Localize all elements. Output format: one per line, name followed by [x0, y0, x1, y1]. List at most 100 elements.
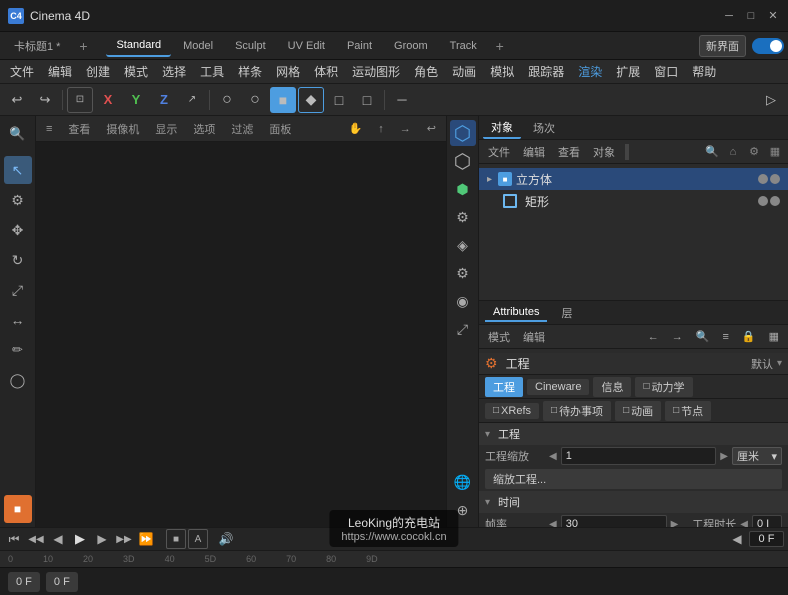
close-button[interactable]: ✕ — [766, 9, 780, 23]
attr-more-icon[interactable]: ▦ — [764, 329, 784, 344]
scale-arrow-right[interactable]: ▶ — [720, 451, 728, 462]
attr-dropdown-chevron[interactable]: ▾ — [777, 358, 782, 369]
obj-object-menu[interactable]: 对象 — [588, 143, 620, 161]
tl-next-keyframe[interactable]: ▶▶ — [114, 529, 134, 549]
attr-mode-menu[interactable]: 模式 — [483, 328, 515, 346]
attr-back-button[interactable]: ← — [643, 330, 664, 344]
snap-button[interactable]: ⊡ — [67, 87, 93, 113]
tab-model[interactable]: Model — [173, 35, 223, 57]
viewport-view-menu[interactable]: 查看 — [64, 120, 94, 138]
obj-rect-vis-2[interactable] — [770, 196, 780, 206]
add-tab-button[interactable]: + — [72, 35, 94, 57]
menu-simulate[interactable]: 模拟 — [484, 61, 520, 82]
ui-toggle-switch[interactable] — [752, 38, 784, 54]
obj-tab-scenes[interactable]: 场次 — [525, 118, 563, 138]
axis-y-button[interactable]: Y — [123, 87, 149, 113]
line-button[interactable]: ─ — [389, 87, 415, 113]
menu-create[interactable]: 创建 — [80, 61, 116, 82]
uv-mode-button[interactable]: ◆ — [298, 87, 324, 113]
menu-help[interactable]: 帮助 — [686, 61, 722, 82]
edit-tool-button[interactable]: ✏ — [4, 336, 32, 364]
menu-select[interactable]: 选择 — [156, 61, 192, 82]
select-tool-button[interactable]: ↖ — [4, 156, 32, 184]
tl-play[interactable]: ▶ — [70, 529, 90, 549]
tl-go-start[interactable]: ⏮ — [4, 529, 24, 549]
object-mode-button[interactable]: □ — [326, 87, 352, 113]
menu-spline[interactable]: 样条 — [232, 61, 268, 82]
scale-tool-button[interactable]: ⤢ — [4, 276, 32, 304]
add-workspace-button[interactable]: + — [489, 35, 511, 57]
rp-gear2[interactable]: ⚙ — [450, 260, 476, 286]
viewport-up-arrow[interactable]: ↑ — [374, 122, 388, 136]
move-tool-button[interactable]: ✥ — [4, 216, 32, 244]
time-section-toggle[interactable]: ▾ — [485, 497, 490, 508]
proj-length-value[interactable]: 0 I — [752, 515, 782, 527]
attr-search-icon[interactable]: 🔍 — [691, 329, 715, 344]
obj-edit-menu[interactable]: 编辑 — [518, 143, 550, 161]
tl-go-end[interactable]: ⏩ — [136, 529, 156, 549]
menu-mesh[interactable]: 网格 — [270, 61, 306, 82]
rp-polygon-mode[interactable]: ⬡ — [450, 148, 476, 174]
tab-track[interactable]: Track — [440, 35, 487, 57]
tl-prev-keyframe[interactable]: ◀◀ — [26, 529, 46, 549]
polygon-mode-button[interactable]: ■ — [270, 87, 296, 113]
attr-subtab-dynamics[interactable]: □ 动力学 — [635, 377, 692, 397]
obj-tab-objects[interactable]: 对象 — [483, 117, 521, 139]
obj-rect-vis-1[interactable] — [758, 196, 768, 206]
obj-expand-cube[interactable]: ▸ — [487, 174, 492, 185]
obj-home-icon[interactable]: ⌂ — [724, 143, 742, 161]
tl-auto-key[interactable]: A — [188, 529, 208, 549]
fps-value-field[interactable]: 30 — [561, 515, 667, 527]
menu-window[interactable]: 窗口 — [648, 61, 684, 82]
menu-volume[interactable]: 体积 — [308, 61, 344, 82]
attr-filter-icon[interactable]: ≡ — [717, 330, 733, 344]
tl-frame-display[interactable]: 0 F — [749, 531, 784, 547]
viewport-options-menu[interactable]: 选项 — [189, 120, 219, 138]
menu-extensions[interactable]: 扩展 — [610, 61, 646, 82]
viewport-canvas[interactable] — [36, 142, 446, 527]
tl-arrow-left[interactable]: ◀ — [727, 529, 747, 549]
scale-arrow-left[interactable]: ◀ — [549, 451, 557, 462]
viewport-menu-icon[interactable]: ≡ — [42, 122, 56, 136]
obj-vis-dot-2[interactable] — [770, 174, 780, 184]
tab-card-title[interactable]: 卡标题1 * — [4, 35, 70, 57]
rp-settings[interactable]: ⚙ — [450, 204, 476, 230]
proj-length-arrow-left[interactable]: ◀ — [740, 519, 748, 528]
viewport-undo[interactable]: ↩ — [423, 121, 440, 136]
circle-tool-button[interactable]: ◯ — [4, 366, 32, 394]
tab-standard[interactable]: Standard — [106, 35, 171, 57]
menu-mograph[interactable]: 运动图形 — [346, 61, 406, 82]
obj-search-icon[interactable]: 🔍 — [703, 143, 721, 161]
maximize-button[interactable]: □ — [744, 9, 758, 23]
viewport-panel-menu[interactable]: 面板 — [265, 120, 295, 138]
attr-subtab-project[interactable]: 工程 — [485, 377, 523, 397]
minimize-button[interactable]: ─ — [722, 9, 736, 23]
new-ui-button[interactable]: 新界面 — [699, 35, 746, 57]
obj-grid-icon[interactable]: ▦ — [766, 143, 784, 161]
viewport-camera-menu[interactable]: 摄像机 — [102, 120, 143, 138]
scale-unit-dropdown[interactable]: 厘米 ▾ — [732, 447, 782, 465]
coord-button[interactable]: ↗ — [179, 87, 205, 113]
rotate-tool-button[interactable]: ↻ — [4, 246, 32, 274]
rp-scene-mode[interactable]: ⬢ — [450, 176, 476, 202]
rp-transform[interactable]: ⤢ — [450, 316, 476, 342]
status-frame-right[interactable]: 0 F — [46, 572, 78, 592]
model-mode-button[interactable]: ○ — [214, 87, 240, 113]
menu-file[interactable]: 文件 — [4, 61, 40, 82]
viewport-hand-icon[interactable]: ✋ — [345, 121, 367, 136]
tl-prev-frame[interactable]: ◀ — [48, 529, 68, 549]
fps-arrow-left[interactable]: ◀ — [549, 519, 557, 528]
tab-sculpt[interactable]: Sculpt — [225, 35, 276, 57]
expand-project-button[interactable]: 缩放工程... — [485, 469, 782, 489]
menu-animate[interactable]: 动画 — [446, 61, 482, 82]
attr-fwd-button[interactable]: → — [667, 330, 688, 344]
obj-item-cube[interactable]: ▸ ■ 立方体 — [479, 168, 788, 190]
menu-edit[interactable]: 编辑 — [42, 61, 78, 82]
obj-file-menu[interactable]: 文件 — [483, 143, 515, 161]
viewport-filter-menu[interactable]: 过滤 — [227, 120, 257, 138]
menu-character[interactable]: 角色 — [408, 61, 444, 82]
axis-x-button[interactable]: X — [95, 87, 121, 113]
obj-view-menu[interactable]: 查看 — [553, 143, 585, 161]
attr-subtab-todo[interactable]: □ 待办事项 — [543, 401, 611, 421]
obj-item-rect[interactable]: 矩形 — [479, 190, 788, 212]
